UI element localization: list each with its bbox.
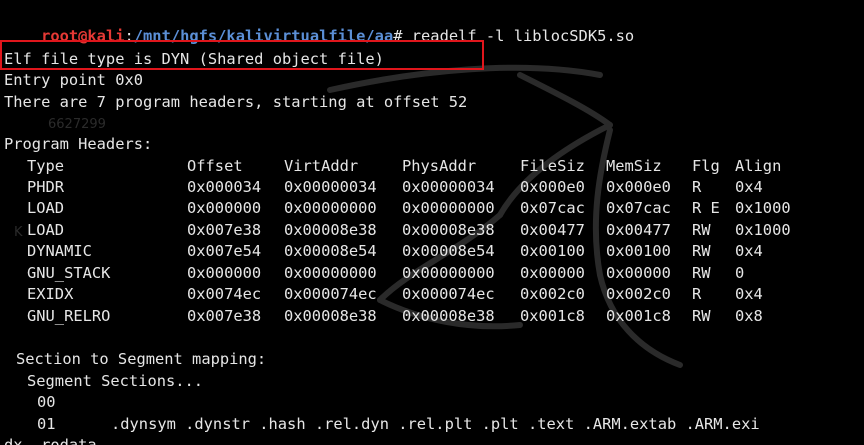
cell-align: 0x1000 [735, 199, 791, 217]
cell-type: EXIDX [27, 285, 74, 303]
cell-virtaddr: 0x00000034 [284, 178, 377, 196]
cell-virtaddr: 0x000074ec [284, 285, 377, 303]
cell-memsiz: 0x001c8 [606, 307, 671, 325]
cell-virtaddr: 0x00008e38 [284, 221, 377, 239]
elf-file-type-line: Elf file type is DYN (Shared object file… [4, 50, 384, 68]
cell-offset: 0x007e38 [187, 307, 262, 325]
cell-flg: RW [692, 242, 711, 260]
cell-memsiz: 0x07cac [606, 199, 671, 217]
cell-filesiz: 0x07cac [520, 199, 585, 217]
terminal-window[interactable]: 6627299 K root@kali:/mnt/hgfs/kalivirtua… [0, 0, 864, 445]
cell-type: PHDR [27, 178, 65, 196]
column-header-memsiz: MemSiz [606, 157, 662, 175]
segment-number: 01 [37, 415, 56, 433]
cell-offset: 0x000000 [187, 264, 262, 282]
cell-physaddr: 0x000074ec [402, 285, 495, 303]
segment-sections: .dynsym .dynstr .hash .rel.dyn .rel.plt … [111, 415, 760, 433]
section-mapping-title: Section to Segment mapping: [16, 350, 267, 368]
cell-physaddr: 0x00008e54 [402, 242, 495, 260]
cell-physaddr: 0x00008e38 [402, 307, 495, 325]
cell-memsiz: 0x00100 [606, 242, 671, 260]
cell-offset: 0x000034 [187, 178, 262, 196]
cell-flg: RW [692, 264, 711, 282]
cell-virtaddr: 0x00000000 [284, 264, 377, 282]
faint-background-letter: K [14, 225, 23, 240]
cell-flg: R E [692, 199, 720, 217]
program-headers-title: Program Headers: [4, 135, 153, 153]
cell-flg: R [692, 178, 702, 196]
column-header-align: Align [735, 157, 782, 175]
column-header-type: Type [27, 157, 65, 175]
cell-align: 0x1000 [735, 221, 791, 239]
cell-virtaddr: 0x00008e54 [284, 242, 377, 260]
cell-align: 0x4 [735, 178, 763, 196]
column-header-filesiz: FileSiz [520, 157, 585, 175]
program-headers-count-line: There are 7 program headers, starting at… [4, 93, 468, 111]
cell-physaddr: 0x00000000 [402, 264, 495, 282]
cell-memsiz: 0x000e0 [606, 178, 671, 196]
cell-virtaddr: 0x00008e38 [284, 307, 377, 325]
cell-memsiz: 0x002c0 [606, 285, 671, 303]
cell-filesiz: 0x00000 [520, 264, 585, 282]
entry-point-line: Entry point 0x0 [4, 71, 143, 89]
cell-memsiz: 0x00477 [606, 221, 671, 239]
cell-offset: 0x000000 [187, 199, 262, 217]
column-header-flg: Flg [692, 157, 720, 175]
cell-filesiz: 0x002c0 [520, 285, 585, 303]
cell-filesiz: 0x001c8 [520, 307, 585, 325]
cell-type: GNU_RELRO [27, 307, 111, 325]
cell-type: LOAD [27, 199, 65, 217]
cell-type: LOAD [27, 221, 65, 239]
column-header-physaddr: PhysAddr [402, 157, 477, 175]
cell-align: 0x4 [735, 242, 763, 260]
cell-offset: 0x007e38 [187, 221, 262, 239]
cell-type: GNU_STACK [27, 264, 111, 282]
cell-virtaddr: 0x00000000 [284, 199, 377, 217]
cell-offset: 0x007e54 [187, 242, 262, 260]
cell-filesiz: 0x000e0 [520, 178, 585, 196]
faint-background-text: 6627299 [48, 117, 106, 132]
cell-flg: RW [692, 221, 711, 239]
cell-offset: 0x0074ec [187, 285, 262, 303]
column-header-offset: Offset [187, 157, 243, 175]
cell-filesiz: 0x00100 [520, 242, 585, 260]
cell-memsiz: 0x00000 [606, 264, 671, 282]
cell-physaddr: 0x00000000 [402, 199, 495, 217]
cell-filesiz: 0x00477 [520, 221, 585, 239]
section-mapping-subtitle: Segment Sections... [27, 372, 204, 390]
cell-physaddr: 0x00000034 [402, 178, 495, 196]
segment-number: 00 [37, 393, 56, 411]
cell-align: 0x4 [735, 285, 763, 303]
cell-flg: RW [692, 307, 711, 325]
command-prompt-line: root@kali:/mnt/hgfs/kalivirtualfile/aa# … [4, 5, 634, 45]
cell-physaddr: 0x00008e38 [402, 221, 495, 239]
cell-align: 0x8 [735, 307, 763, 325]
cell-align: 0 [735, 264, 745, 282]
column-header-virtaddr: VirtAddr [284, 157, 359, 175]
segment-sections-wrapped: dx .rodata [4, 436, 97, 445]
cell-type: DYNAMIC [27, 242, 92, 260]
cell-flg: R [692, 285, 702, 303]
